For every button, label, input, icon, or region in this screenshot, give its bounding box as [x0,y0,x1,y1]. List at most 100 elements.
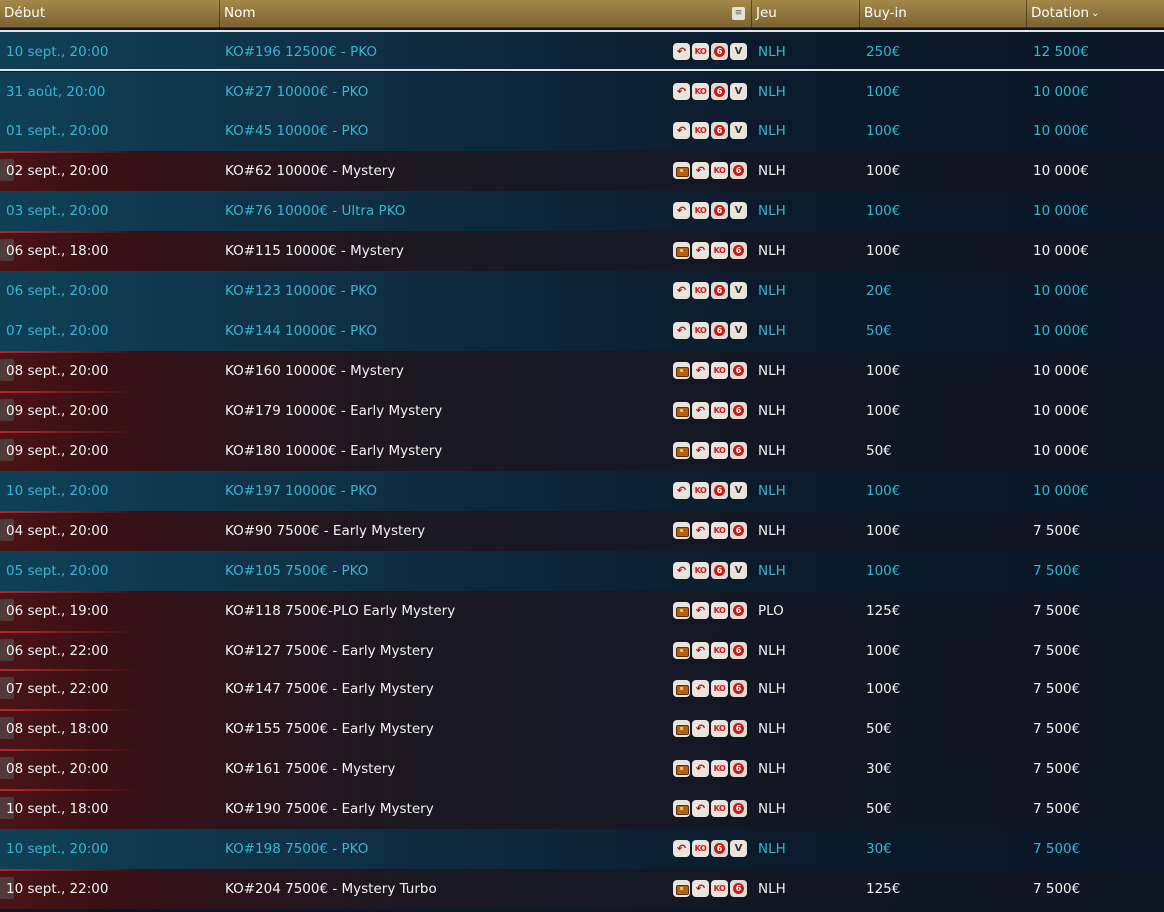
six-max-icon: 6 [730,402,747,419]
table-row[interactable]: 10 sept., 20:00 KO#197 10000€ - PKO NLH 100… [0,471,1164,511]
cell-debut: 10 sept., 20:00 [6,483,109,499]
mystery-chest-icon [673,680,690,697]
six-max-icon: 6 [730,602,747,619]
cell-nom: KO#45 10000€ - PKO [225,123,369,139]
variant-v-icon: V [730,83,747,100]
cell-jeu: NLH [758,563,786,579]
chevron-down-icon: ⌄ [1091,8,1100,19]
six-max-icon: 6 [711,83,728,100]
table-row[interactable]: 03 sept., 20:00 KO#76 10000€ - Ultra PKO N… [0,191,1164,231]
table-row[interactable]: 02 sept., 20:00 KO#62 10000€ - Mystery NLH… [0,151,1164,191]
mystery-chest-icon [673,760,690,777]
table-row[interactable]: 09 sept., 20:00 KO#179 10000€ - Early Mys… [0,391,1164,431]
six-max-icon: 6 [730,800,747,817]
table-row[interactable]: 06 sept., 18:00 KO#115 10000€ - Mystery NL… [0,231,1164,271]
ko-icon: KO [692,322,709,339]
variant-v-icon: V [730,840,747,857]
table-row[interactable]: 08 sept., 20:00 KO#161 7500€ - Mystery NLH… [0,749,1164,789]
mystery-chest-icon [673,402,690,419]
table-row[interactable]: 06 sept., 19:00 KO#118 7500€-PLO Early My… [0,591,1164,631]
cell-nom: KO#144 10000€ - PKO [225,323,377,339]
mystery-chest-icon [673,720,690,737]
table-row[interactable]: 05 sept., 20:00 KO#105 7500€ - PKO NLH 100€… [0,551,1164,591]
cell-jeu: PLO [758,603,784,619]
ko-icon: KO [692,840,709,857]
tournament-badges: ↶ KO 6 V [673,282,747,300]
column-header-debut[interactable]: Début [0,0,220,28]
table-row[interactable]: 04 sept., 20:00 KO#90 7500€ - Early Myste… [0,511,1164,551]
cell-nom: KO#180 10000€ - Early Mystery [225,443,443,459]
mystery-chest-icon [673,522,690,539]
cell-jeu: NLH [758,841,786,857]
cell-dotation: 7 500€ [1033,761,1081,777]
cell-dotation: 7 500€ [1033,721,1081,737]
cell-dotation: 10 000€ [1033,84,1089,100]
cell-debut: 09 sept., 20:00 [6,443,109,459]
cell-jeu: NLH [758,243,786,259]
cell-debut: 04 sept., 20:00 [6,523,109,539]
table-row[interactable]: 01 sept., 20:00 KO#45 10000€ - PKO NLH 100€… [0,111,1164,151]
rebuy-arrow-icon: ↶ [692,720,709,737]
variant-v-icon: V [730,122,747,139]
variant-v-icon: V [730,43,747,60]
column-header-nom[interactable]: Nom ≡ [220,0,752,28]
column-header-buyin[interactable]: Buy-in [860,0,1027,28]
cell-dotation: 7 500€ [1033,563,1081,579]
table-row[interactable]: 06 sept., 20:00 KO#123 10000€ - PKO NLH 20€… [0,271,1164,311]
mystery-chest-icon [673,362,690,379]
variant-v-icon: V [730,282,747,299]
six-max-icon: 6 [730,760,747,777]
cell-buyin: 50€ [866,721,892,737]
cell-jeu: NLH [758,443,786,459]
cell-dotation: 10 000€ [1033,403,1089,419]
table-row[interactable]: 10 sept., 20:00 KO#198 7500€ - PKO NLH 30€ 7… [0,829,1164,869]
ko-icon: KO [711,162,728,179]
variant-v-icon: V [730,202,747,219]
cell-jeu: NLH [758,721,786,737]
cell-dotation: 7 500€ [1033,801,1081,817]
cell-buyin: 100€ [866,163,901,179]
table-row[interactable]: 09 sept., 20:00 KO#180 10000€ - Early Mys… [0,431,1164,471]
column-header-dotation[interactable]: Dotation ⌄ [1027,0,1164,28]
cell-jeu: NLH [758,283,786,299]
cell-dotation: 10 000€ [1033,163,1089,179]
table-row[interactable]: 10 sept., 20:00 KO#196 12500€ - PKO NLH 250… [0,30,1164,71]
cell-buyin: 250€ [866,44,901,60]
cell-jeu: NLH [758,323,786,339]
six-max-icon: 6 [711,122,728,139]
cell-jeu: NLH [758,84,786,100]
tournament-badges: ↶ KO 6 [673,760,747,778]
cell-nom: KO#197 10000€ - PKO [225,483,377,499]
column-header-jeu[interactable]: Jeu [752,0,860,28]
cell-dotation: 10 000€ [1033,283,1089,299]
cell-jeu: NLH [758,123,786,139]
cell-nom: KO#27 10000€ - PKO [225,84,369,100]
cell-debut: 07 sept., 22:00 [6,681,109,697]
table-row[interactable]: 10 sept., 18:00 KO#190 7500€ - Early Myst… [0,789,1164,829]
filter-icon[interactable]: ≡ [732,7,745,20]
rebuy-arrow-icon: ↶ [692,602,709,619]
cell-nom: KO#204 7500€ - Mystery Turbo [225,881,437,897]
ko-icon: KO [711,602,728,619]
variant-v-icon: V [730,322,747,339]
table-row[interactable]: 06 sept., 22:00 KO#127 7500€ - Early Myst… [0,631,1164,671]
table-row[interactable]: 08 sept., 18:00 KO#155 7500€ - Early Myst… [0,709,1164,749]
cell-buyin: 20€ [866,283,892,299]
table-row[interactable]: 31 août, 20:00 KO#27 10000€ - PKO NLH 100€ 1… [0,72,1164,112]
six-max-icon: 6 [730,720,747,737]
rebuy-arrow-icon: ↶ [692,800,709,817]
table-row[interactable]: 07 sept., 20:00 KO#144 10000€ - PKO NLH 50€… [0,311,1164,351]
cell-jeu: NLH [758,483,786,499]
table-row[interactable]: 10 sept., 22:00 KO#204 7500€ - Mystery Tu… [0,869,1164,909]
table-row[interactable]: 07 sept., 22:00 KO#147 7500€ - Early Myst… [0,669,1164,709]
cell-jeu: NLH [758,643,786,659]
tournament-badges: ↶ KO 6 [673,442,747,460]
cell-buyin: 100€ [866,243,901,259]
cell-jeu: NLH [758,681,786,697]
cell-jeu: NLH [758,761,786,777]
cell-nom: KO#123 10000€ - PKO [225,283,377,299]
rebuy-arrow-icon: ↶ [692,242,709,259]
table-row[interactable]: 08 sept., 20:00 KO#160 10000€ - Mystery NL… [0,351,1164,391]
cell-debut: 10 sept., 18:00 [6,801,109,817]
rebuy-arrow-icon: ↶ [673,202,690,219]
